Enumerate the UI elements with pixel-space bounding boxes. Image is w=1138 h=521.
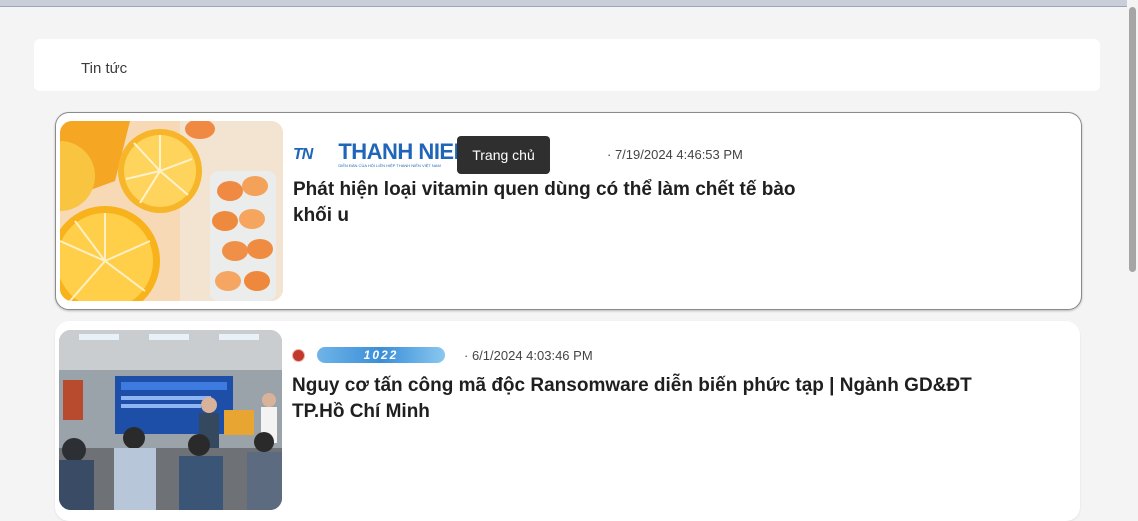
section-title: Tin tức	[81, 60, 128, 77]
source-name: THANH NIEN	[338, 139, 469, 164]
news-card[interactable]: TN THANH NIEN DIỄN ĐÀN CỦA HỘI LIÊN HIỆP…	[55, 112, 1082, 310]
section-header: Tin tức	[34, 39, 1100, 91]
tooltip: Trang chủ	[457, 136, 550, 174]
scrollbar-thumb[interactable]	[1129, 7, 1136, 272]
source-name: 1022	[317, 347, 445, 363]
emblem-icon	[292, 348, 305, 362]
article-meta: 1022 · 6/1/2024 4:03:46 PM	[292, 347, 593, 363]
article-thumbnail[interactable]	[60, 121, 283, 301]
article-title[interactable]: Phát hiện loại vitamin quen dùng có thể …	[293, 177, 813, 229]
article-date: · 7/19/2024 4:46:53 PM	[607, 147, 743, 162]
scrollbar-track[interactable]	[1127, 0, 1138, 505]
top-border	[0, 0, 1127, 7]
source-tagline: DIỄN ĐÀN CỦA HỘI LIÊN HIỆP THANH NIÊN VI…	[338, 163, 441, 168]
article-title[interactable]: Nguy cơ tấn công mã độc Ransomware diễn …	[292, 373, 992, 425]
source-logo[interactable]: TN THANH NIEN DIỄN ĐÀN CỦA HỘI LIÊN HIỆP…	[293, 139, 469, 169]
article-thumbnail[interactable]	[59, 330, 282, 510]
source-mark: TN	[293, 145, 313, 163]
article-date: · 6/1/2024 4:03:46 PM	[464, 347, 593, 363]
news-card[interactable]: 1022 · 6/1/2024 4:03:46 PM Nguy cơ tấn c…	[55, 321, 1080, 521]
source-logo[interactable]: 1022	[292, 347, 445, 363]
